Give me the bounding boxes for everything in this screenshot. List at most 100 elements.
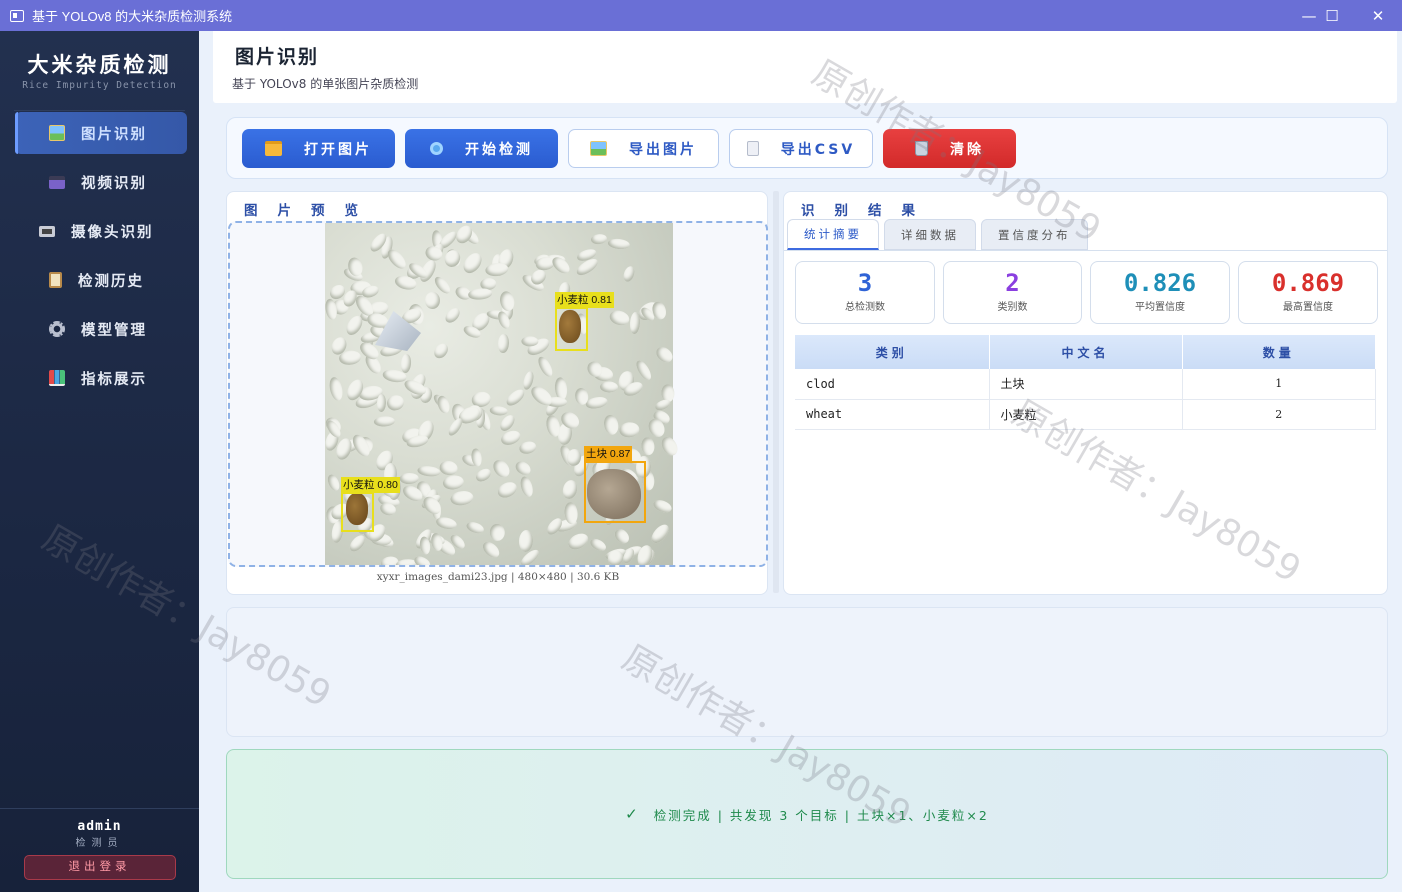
brand-subtitle: Rice Impurity Detection [22, 80, 177, 91]
status-message: 检测完成 | 共发现 3 个目标 | 土块×1、小麦粒×2 [653, 807, 989, 823]
clear-label: 清除 [950, 141, 984, 158]
rice-grain [657, 434, 681, 460]
detection-box: 小麦粒 0.81 [555, 292, 614, 351]
panel-splitter[interactable] [773, 191, 779, 593]
detection-label: 小麦粒 0.81 [555, 292, 614, 308]
magnifier-icon [430, 142, 443, 155]
logout-button[interactable]: 退出登录 [23, 855, 176, 880]
results-panel: 识别结果 统计摘要 详细数据 置信度分布 3 总检测数 2 类别数 0.826 … [783, 191, 1388, 595]
stat-card-avg-confidence: 0.826 平均置信度 [1090, 261, 1230, 324]
rice-grain [464, 520, 485, 536]
stat-label: 类别数 [997, 302, 1028, 313]
rice-grain [431, 341, 452, 362]
chart-icon [49, 370, 65, 386]
rice-grain [504, 386, 527, 409]
rice-grain [326, 472, 342, 493]
rice-grain [497, 289, 516, 313]
sidebar-item-metrics[interactable]: 指标展示 [15, 357, 187, 399]
close-button[interactable]: ✕ [1355, 0, 1401, 31]
sidebar-item-label: 视频识别 [81, 175, 147, 192]
document-icon [746, 141, 759, 156]
rice-grain [611, 526, 632, 547]
image-drop-area[interactable]: 小麦粒 0.81 土块 0.87 小麦粒 0.80 [228, 221, 768, 567]
rice-image: 小麦粒 0.81 土块 0.87 小麦粒 0.80 [322, 223, 681, 565]
clipboard-icon [49, 272, 62, 288]
brand-name: 大米杂质检测 [27, 52, 172, 77]
main-content: 图片识别 基于 YOLOv8 的单张图片杂质检测 打开图片 开始检测 导出图片 … [199, 31, 1402, 892]
window-title: 基于 YOLOv8 的大米杂质检测系统 [32, 9, 233, 24]
rice-grain [518, 529, 534, 553]
clear-button[interactable]: 清除 [883, 129, 1016, 168]
sidebar-item-image-recognition[interactable]: 图片识别 [15, 112, 187, 154]
rice-grain [400, 353, 412, 374]
table-cell: 2 [1182, 399, 1376, 430]
rice-grain [648, 521, 673, 547]
rice-grain [601, 413, 620, 437]
page-header: 图片识别 基于 YOLOv8 的单张图片杂质检测 [213, 31, 1397, 103]
rice-grain [495, 478, 520, 501]
rice-grain [535, 355, 556, 380]
trash-icon [915, 141, 928, 156]
rice-grain [399, 472, 419, 485]
rice-grain [439, 460, 460, 477]
open-image-button[interactable]: 打开图片 [242, 129, 395, 168]
rice-grain [468, 287, 493, 301]
tab-details[interactable]: 详细数据 [884, 219, 976, 250]
folder-icon [265, 141, 282, 156]
table-cell: 1 [1182, 369, 1376, 400]
tab-confidence[interactable]: 置信度分布 [981, 219, 1088, 250]
rice-grain [384, 246, 409, 272]
status-banner: ✓ 检测完成 | 共发现 3 个目标 | 土块×1、小麦粒×2 [226, 749, 1388, 879]
stat-label: 总检测数 [845, 302, 885, 313]
column-header: 类别 [795, 335, 990, 369]
image-icon [49, 125, 65, 141]
image-icon [590, 141, 607, 156]
rice-grain [449, 489, 475, 508]
sidebar-item-detection-history[interactable]: 检测历史 [15, 259, 187, 301]
rice-grain [489, 456, 513, 481]
maximize-button[interactable]: ☐ [1309, 0, 1355, 31]
tab-divider [784, 250, 1387, 251]
rice-grain [622, 265, 637, 285]
start-detection-button[interactable]: 开始检测 [405, 129, 558, 168]
rice-grain [653, 344, 676, 366]
sidebar-item-label: 图片识别 [81, 126, 147, 143]
rice-grain [587, 536, 608, 554]
table-cell: wheat [795, 399, 990, 430]
sidebar: 大米杂质检测 Rice Impurity Detection 图片识别 视频识别… [0, 31, 199, 892]
rice-grain [640, 436, 656, 456]
rice-grain [442, 248, 463, 270]
export-csv-button[interactable]: 导出CSV [729, 129, 873, 168]
rice-grain [561, 478, 580, 502]
rice-grain [564, 530, 591, 553]
rice-grain [512, 458, 533, 478]
gear-icon [49, 321, 65, 337]
results-tabs: 统计摘要 详细数据 置信度分布 [787, 219, 1093, 251]
sidebar-item-label: 摄像头识别 [71, 224, 154, 241]
export-image-button[interactable]: 导出图片 [568, 129, 719, 168]
rice-grain [327, 376, 345, 403]
results-table: 类别 中文名 数量 clod 土块 1 wheat 小麦粒 2 [795, 335, 1376, 430]
sidebar-item-camera-recognition[interactable]: 摄像头识别 [15, 210, 187, 252]
rice-grain [435, 394, 452, 415]
rice-grain [411, 554, 432, 565]
rice-grain [434, 515, 458, 531]
tab-summary[interactable]: 统计摘要 [787, 219, 879, 250]
table-row[interactable]: wheat 小麦粒 2 [795, 399, 1376, 430]
image-preview-panel: 图片预览 小麦粒 0.81 土块 0.87 小麦粒 0.80 xyxr_imag… [226, 191, 768, 595]
page-title: 图片识别 [235, 46, 320, 68]
clapper-icon [49, 175, 65, 189]
rice-grain [417, 464, 442, 478]
results-title: 识别结果 [801, 203, 935, 219]
rice-grain [634, 357, 655, 382]
stat-label: 平均置信度 [1135, 302, 1185, 313]
table-row[interactable]: clod 土块 1 [795, 369, 1376, 400]
sidebar-item-label: 检测历史 [78, 273, 144, 290]
sidebar-item-video-recognition[interactable]: 视频识别 [15, 161, 187, 203]
rice-grain [549, 254, 573, 277]
rice-grain [479, 538, 502, 561]
stat-value: 0.869 [1271, 269, 1345, 297]
rice-grain [379, 555, 400, 565]
rice-grain [652, 497, 674, 515]
sidebar-item-model-management[interactable]: 模型管理 [15, 308, 187, 350]
